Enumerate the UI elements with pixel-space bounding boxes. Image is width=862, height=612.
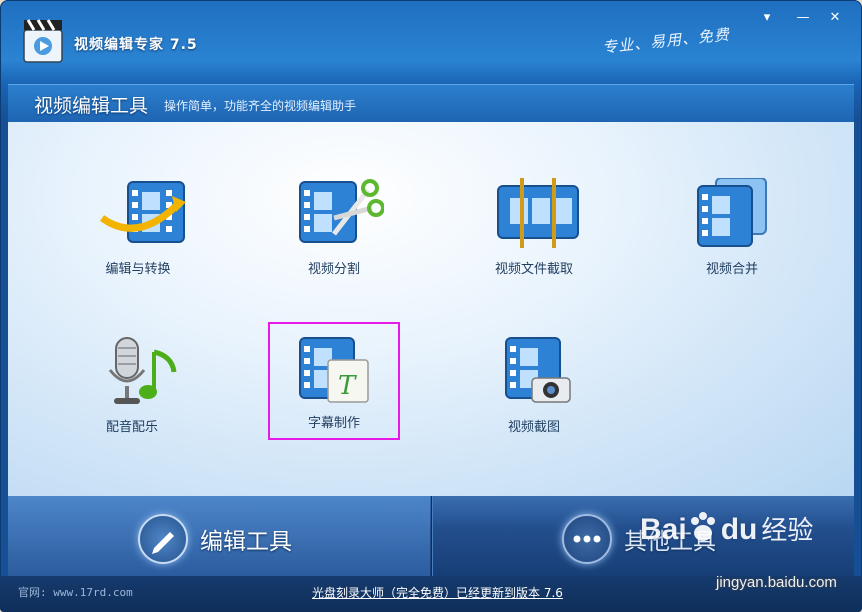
tool-clip[interactable]: 视频文件截取 (472, 178, 596, 288)
tab-edit-tools[interactable]: 编辑工具 (8, 496, 430, 576)
microphone-music-icon (108, 337, 177, 404)
tool-grid: 编辑与转换 视频分割 视频文件截取 视频合并 配音配乐 T 字幕制作 视频截图 (8, 122, 854, 496)
tool-merge[interactable]: 视频合并 (670, 178, 794, 288)
tool-label: 视频合并 (705, 262, 758, 277)
film-clip-icon (497, 178, 579, 248)
tool-dub-music[interactable]: 配音配乐 (70, 336, 194, 446)
tool-label: 视频文件截取 (494, 262, 573, 277)
minimize-button[interactable]: — (792, 10, 814, 26)
watermark-brand: Bai (640, 513, 687, 546)
section-header: 视频编辑工具 操作简单，功能齐全的视频编辑助手 (8, 84, 854, 123)
tool-label: 视频分割 (307, 262, 360, 277)
section-subtitle: 操作简单，功能齐全的视频编辑助手 (164, 99, 357, 113)
menu-button[interactable]: ▾ (756, 10, 778, 26)
film-convert-icon (99, 181, 186, 243)
slogan-text: 专业、易用、免费 (601, 25, 731, 57)
tool-edit-convert[interactable]: 编辑与转换 (76, 178, 200, 288)
website-text: 官网: www.17rd.com (18, 586, 133, 599)
watermark-brand-cn: 经验 (761, 515, 814, 545)
tab-label: 编辑工具 (200, 529, 292, 555)
tool-screenshot[interactable]: 视频截图 (472, 336, 596, 446)
film-scissors-icon (299, 179, 384, 243)
title-bar[interactable]: 视频编辑专家 7.5 专业、易用、免费 ▾ — ✕ (0, 0, 862, 84)
film-camera-icon (505, 337, 571, 403)
more-dots-icon (562, 514, 612, 564)
watermark-url: jingyan.baidu.com (716, 574, 837, 591)
tool-subtitle[interactable]: T 字幕制作 (268, 322, 400, 440)
tool-label: 编辑与转换 (105, 262, 171, 277)
tool-label: 视频截图 (507, 420, 560, 435)
tool-label: 字幕制作 (307, 416, 360, 431)
watermark-brand-mid: du (720, 513, 758, 546)
film-subtitle-icon: T (299, 337, 369, 403)
baidu-jingyan-watermark: Bai du 经验 jingyan.baidu.com (640, 510, 837, 591)
tool-label: 配音配乐 (105, 420, 158, 435)
film-merge-icon (697, 178, 767, 247)
window-title: 视频编辑专家 7.5 (74, 37, 198, 53)
clapperboard-logo-icon (23, 19, 63, 63)
close-button[interactable]: ✕ (824, 10, 846, 26)
tool-split[interactable]: 视频分割 (272, 178, 396, 288)
section-title: 视频编辑工具 (34, 95, 149, 117)
paw-icon (690, 512, 715, 541)
pencil-icon (138, 514, 188, 564)
update-link[interactable]: 光盘刻录大师（完全免费）已经更新到版本 7.6 (312, 584, 563, 601)
svg-text:T: T (338, 371, 357, 401)
